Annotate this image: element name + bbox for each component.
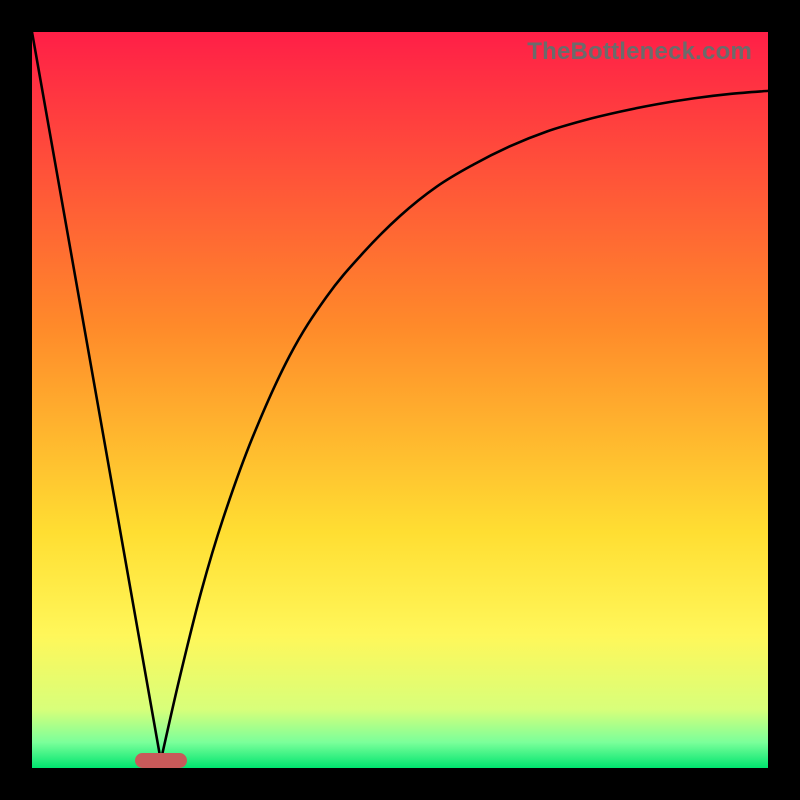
chart-frame: TheBottleneck.com [0,0,800,800]
plot-area: TheBottleneck.com [32,32,768,768]
optimal-range-marker [135,753,187,768]
series-right-curve [161,91,768,761]
curve-layer [32,32,768,768]
series-left-line [32,32,161,761]
